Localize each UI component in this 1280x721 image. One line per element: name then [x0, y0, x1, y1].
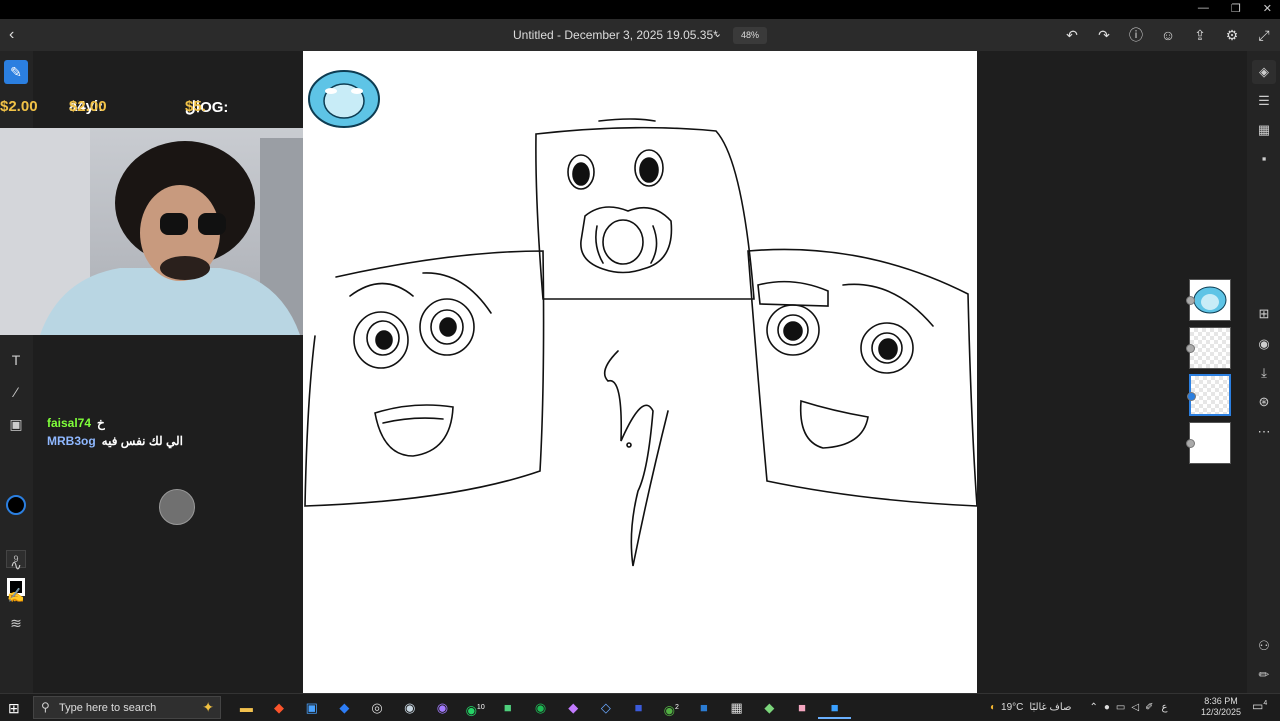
- app-icon[interactable]: ◆: [753, 696, 786, 719]
- app-icon[interactable]: ■: [622, 696, 655, 719]
- chat-message: MRB3og الي لك نفس فيه: [47, 434, 183, 448]
- smoothing-icon[interactable]: ∿: [4, 553, 28, 577]
- comments-icon[interactable]: ▪: [1252, 147, 1276, 171]
- weather-icon: ◐: [990, 702, 997, 713]
- microphone-icon[interactable]: ●: [1104, 702, 1110, 713]
- layer-thumbnail-selected[interactable]: [1187, 374, 1231, 416]
- liquify-icon[interactable]: ✍: [4, 583, 28, 607]
- drawing-canvas[interactable]: [303, 51, 978, 693]
- layer-visibility-dot[interactable]: [1187, 392, 1196, 401]
- xbox-icon[interactable]: ◉2: [655, 696, 688, 719]
- layer-thumbnail[interactable]: [1186, 422, 1231, 464]
- notification-icon[interactable]: ▭4: [1252, 699, 1267, 713]
- help-icon[interactable]: ⓘ: [1120, 19, 1152, 51]
- image-tool-icon[interactable]: ▣: [4, 412, 28, 436]
- text-tool-icon[interactable]: T: [4, 348, 28, 372]
- spotify-icon[interactable]: ◉: [524, 696, 557, 719]
- pacifier-sticker: [308, 70, 380, 128]
- undo-icon[interactable]: ↶: [1056, 19, 1088, 51]
- minimize-button[interactable]: —: [1198, 2, 1209, 15]
- chat-message: faisal74 خ: [47, 416, 105, 430]
- whatsapp-icon[interactable]: ◉10: [459, 696, 492, 719]
- layer-thumbnail[interactable]: [1186, 327, 1231, 369]
- app-icon[interactable]: ◆: [328, 696, 361, 719]
- webcam-feed: [0, 128, 336, 335]
- clock-time: 8:36 PM: [1204, 696, 1238, 706]
- fresco-icon[interactable]: ■: [818, 696, 852, 719]
- fullscreen-icon[interactable]: ⤢: [1248, 19, 1280, 51]
- obs-icon[interactable]: ◎: [361, 696, 394, 719]
- pinned-apps: ▬ ◆ ▣ ◆ ◎ ◉ ◉ ◉10 ■ ◉ ◆ ◇ ■ ◉2 ■ ▦ ◆ ■ ■: [230, 696, 852, 719]
- eyedropper-icon[interactable]: ⁄: [4, 380, 28, 404]
- chevron-down-icon[interactable]: ⌄: [713, 27, 722, 40]
- layer-visibility-dot[interactable]: [1186, 344, 1195, 353]
- steam-icon[interactable]: ◉: [393, 696, 426, 719]
- close-button[interactable]: ✕: [1263, 2, 1272, 15]
- window-top-strip: — ❐ ✕: [0, 0, 1280, 19]
- layer-visibility-dot[interactable]: [1186, 439, 1195, 448]
- stream-chat: faisal74 خ MRB3og الي لك نفس فيه: [47, 414, 183, 450]
- layers-icon[interactable]: ◈: [1252, 60, 1276, 84]
- pointer-cursor: [159, 489, 195, 525]
- pencil-icon[interactable]: ✏: [1252, 663, 1276, 687]
- search-icon: ⚲: [41, 700, 50, 714]
- weather-temp: 19°C: [1001, 702, 1024, 713]
- settings-icon[interactable]: ⚙: [1216, 19, 1248, 51]
- app-icon[interactable]: ◇: [590, 696, 623, 719]
- adjustments-icon[interactable]: ☰: [1252, 89, 1276, 113]
- network-icon[interactable]: ▭: [1116, 702, 1125, 713]
- app-icon[interactable]: ▦: [720, 696, 753, 719]
- merge-icon[interactable]: ⤓: [1252, 361, 1276, 385]
- people-icon[interactable]: ⚇: [1252, 634, 1276, 658]
- maximize-button[interactable]: ❐: [1231, 2, 1241, 15]
- file-explorer-icon[interactable]: ▬: [230, 696, 263, 719]
- color-picker[interactable]: [6, 495, 26, 515]
- sparkle-icon: ✦: [202, 699, 214, 715]
- search-placeholder: Type here to search: [59, 702, 157, 714]
- pen-icon[interactable]: ✐: [1145, 702, 1153, 713]
- toolbar-actions: ↶ ↷ ⓘ ☺ ⇪ ⚙ ⤢: [1056, 19, 1280, 51]
- app-icon[interactable]: ◆: [557, 696, 590, 719]
- donation-ticker: $2.00 a4yi: $2.00 الOG: $5.: [0, 98, 229, 116]
- input-language[interactable]: ع: [1161, 702, 1167, 713]
- windows-start-icon[interactable]: ⊞: [8, 700, 20, 717]
- visibility-icon[interactable]: ◉: [1252, 332, 1276, 356]
- chevron-up-icon[interactable]: ⌃: [1089, 702, 1097, 713]
- windows-taskbar: ⊞ ⚲ Type here to search ✦ ▬ ◆ ▣ ◆ ◎ ◉ ◉ …: [0, 693, 1280, 720]
- back-button[interactable]: ‹: [9, 26, 14, 44]
- share-icon[interactable]: ⇪: [1184, 19, 1216, 51]
- right-toolbar: ◈ ☰ ▦ ▪ ⊞ ◉ ⤓ ⊛ ⋯ ⚇ ✏: [1247, 51, 1280, 693]
- store-icon[interactable]: ▣: [295, 696, 328, 719]
- blend-icon[interactable]: ⊛: [1252, 390, 1276, 414]
- app-icon[interactable]: ■: [492, 696, 525, 719]
- word-icon[interactable]: ■: [688, 696, 721, 719]
- app-titlebar: ‹ Untitled - December 3, 2025 19.05.35* …: [0, 19, 1280, 51]
- grid-icon[interactable]: ▦: [1252, 118, 1276, 142]
- clock[interactable]: 8:36 PM 12/3/2025: [1201, 696, 1241, 718]
- document-title[interactable]: Untitled - December 3, 2025 19.05.35*: [513, 28, 718, 42]
- redo-icon[interactable]: ↷: [1088, 19, 1120, 51]
- add-layer-icon[interactable]: ⊞: [1252, 302, 1276, 326]
- zoom-level[interactable]: 48%: [733, 27, 767, 44]
- discord-icon[interactable]: ◉: [426, 696, 459, 719]
- layer-visibility-dot[interactable]: [1186, 296, 1195, 305]
- brave-icon[interactable]: ◆: [263, 696, 296, 719]
- app-icon[interactable]: ■: [786, 696, 819, 719]
- layer-thumbnail[interactable]: [1186, 279, 1231, 321]
- adjust-brush-icon[interactable]: ≋: [4, 611, 28, 635]
- volume-icon[interactable]: ◁: [1131, 702, 1139, 713]
- weather-text: صاف غالبًا: [1029, 702, 1072, 713]
- clock-date: 12/3/2025: [1201, 707, 1242, 717]
- account-icon[interactable]: ☺: [1152, 19, 1184, 51]
- system-tray: ◐ 19°C صاف غالبًا ⌃ ● ▭ ◁ ✐ ع: [990, 694, 1167, 721]
- more-icon[interactable]: ⋯: [1252, 420, 1276, 444]
- brush-tool-icon[interactable]: ✎: [4, 60, 28, 84]
- window-controls: — ❐ ✕: [1198, 2, 1272, 15]
- taskbar-search[interactable]: ⚲ Type here to search ✦: [33, 696, 221, 719]
- right-panel: [977, 51, 1280, 693]
